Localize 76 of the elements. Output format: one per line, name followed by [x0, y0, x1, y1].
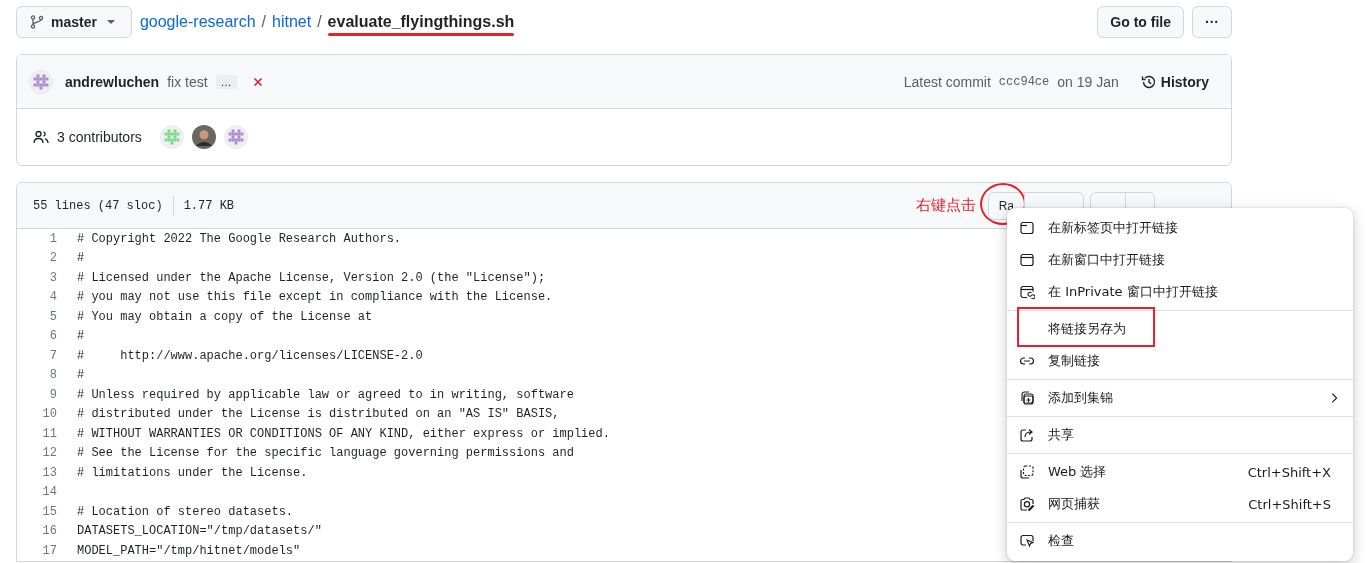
code-line: # distributed under the License is distributed on an "AS IS" BASIS, [77, 407, 560, 422]
code-line: # you may not use this file except in compliance with the License. [77, 290, 553, 305]
line-number: 7 [48, 348, 57, 363]
line-number: 1 [48, 231, 57, 246]
commit-message[interactable]: fix test [167, 73, 208, 90]
line-number: 11 [41, 426, 57, 441]
avatar [159, 125, 184, 149]
more-button[interactable]: ··· [1192, 6, 1232, 38]
avatar [29, 69, 53, 94]
line-number: 16 [41, 524, 57, 539]
menu-item[interactable]: Web 选择 Ctrl+Shift+X [1007, 456, 1353, 488]
code-line: # Unless required by applicable law or agreed to in writing, software [77, 387, 574, 402]
path-separator: / [317, 13, 322, 31]
breadcrumb-link[interactable]: hitnet [272, 13, 312, 31]
share-icon [1019, 427, 1035, 443]
line-number: 6 [48, 329, 57, 344]
line-number: 13 [41, 465, 57, 480]
file-name: evaluate_flyingthings.sh [327, 13, 515, 30]
go-to-file-button[interactable]: Go to file [1097, 6, 1184, 38]
author-link[interactable]: andrewluchen [65, 73, 160, 90]
menu-item[interactable]: 检查 [1007, 525, 1353, 557]
commit-sha[interactable]: ccc94ce [998, 74, 1050, 89]
code-line: DATASETS_LOCATION="/tmp/datasets/" [77, 524, 322, 539]
window-icon [1019, 252, 1035, 268]
code-line: # Copyright 2022 The Google Research Authors. [77, 231, 402, 246]
tab-icon [1019, 220, 1035, 236]
code-line: # [77, 251, 85, 266]
line-number: 12 [41, 446, 57, 461]
code-line: # http://www.apache.org/licenses/LICENSE-2.0 [77, 348, 423, 363]
line-number: 2 [48, 251, 57, 266]
history-button[interactable]: History [1134, 72, 1215, 91]
annotation-note: 右键点击 [915, 196, 976, 215]
line-number: 4 [48, 290, 57, 305]
branch-button[interactable]: master [16, 6, 132, 38]
line-number: 15 [41, 504, 57, 519]
line-number: 10 [41, 407, 57, 422]
avatar [191, 125, 216, 149]
private-window-icon [1019, 284, 1035, 300]
code-line: # limitations under the License. [77, 465, 308, 480]
path-separator: / [261, 13, 266, 31]
file-size: 1.77 KB [183, 198, 235, 213]
code-line: MODEL_PATH="/tmp/hitnet/models" [77, 543, 301, 558]
latest-commit-label: Latest commit [903, 73, 991, 90]
branch-icon [29, 14, 45, 30]
collection-add-icon [1019, 390, 1035, 406]
code-line: # [77, 368, 85, 383]
menu-item[interactable]: 在新窗口中打开链接 [1007, 244, 1353, 276]
code-line: # See the License for the specific language governing permissions and [77, 446, 574, 461]
line-number: 9 [48, 387, 57, 402]
contributors-link[interactable]: 3 contributors [57, 129, 142, 145]
line-number: 3 [48, 270, 57, 285]
menu-item[interactable]: 将链接另存为 [1007, 313, 1353, 345]
people-icon [33, 129, 49, 145]
menu-item[interactable]: 共享 [1007, 419, 1353, 451]
code-line: # [77, 329, 85, 344]
history-icon [1140, 73, 1157, 90]
commit-date: on 19 Jan [1057, 73, 1119, 90]
menu-item[interactable]: 在 InPrivate 窗口中打开链接 [1007, 276, 1353, 308]
line-number: 14 [41, 485, 57, 500]
code-line: # WITHOUT WARRANTIES OR CONDITIONS OF ANY KIND, either express or implied. [77, 426, 610, 441]
code-line: # Location of stereo datasets. [77, 504, 294, 519]
line-number: 5 [48, 309, 57, 324]
code-line: # Licensed under the Apache License, Version 2.0 (the "License"); [77, 270, 546, 285]
line-count: 55 lines (47 sloc) [33, 198, 163, 213]
code-line: # You may obtain a copy of the License at [77, 309, 373, 324]
line-number: 8 [48, 368, 57, 383]
camera-icon [1019, 496, 1035, 512]
avatar [223, 125, 248, 149]
inspect-icon [1019, 533, 1035, 549]
breadcrumb-link[interactable]: google-research [139, 13, 256, 31]
expand-button[interactable]: … [215, 74, 237, 89]
menu-item[interactable]: 添加到集锦 [1007, 382, 1353, 414]
line-number: 17 [41, 543, 57, 558]
menu-item[interactable]: 网页捕获 Ctrl+Shift+S [1007, 488, 1353, 520]
menu-item[interactable]: 复制链接 [1007, 345, 1353, 377]
selection-icon [1019, 464, 1035, 480]
